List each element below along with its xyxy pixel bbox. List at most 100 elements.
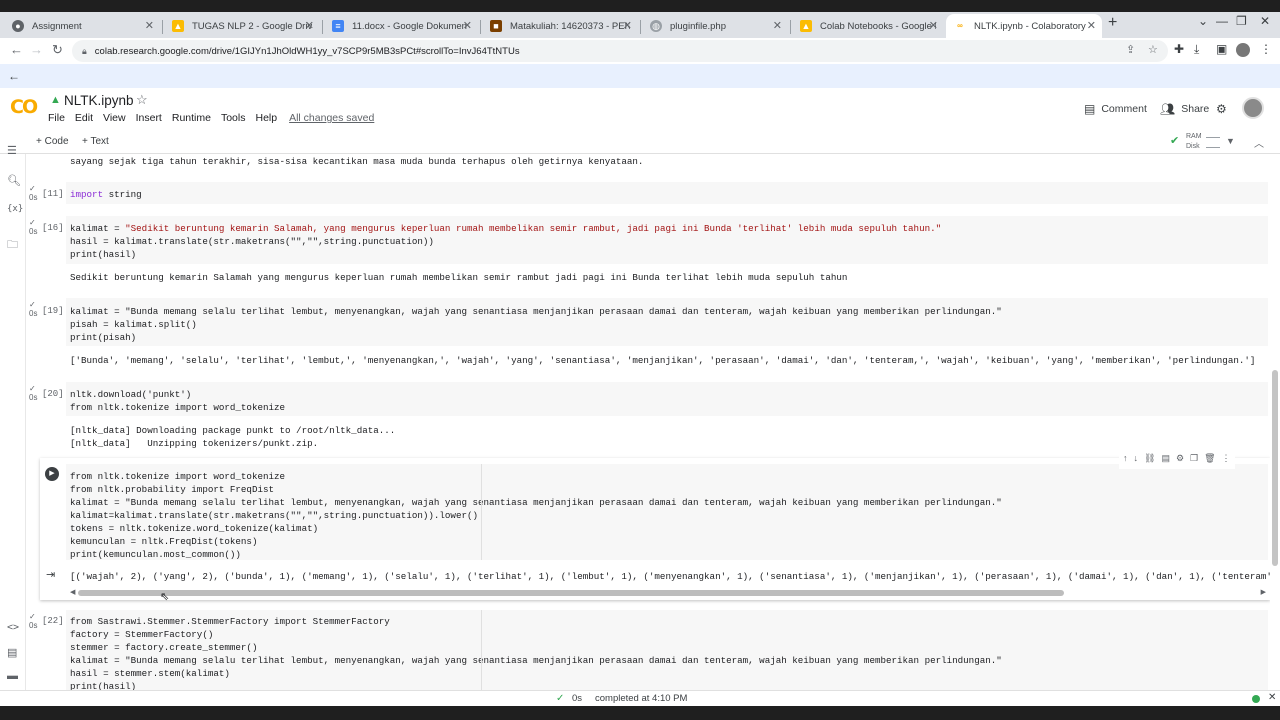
collapse-chevron-icon[interactable]: ︿ <box>1254 135 1264 150</box>
drive-icon[interactable]: ▲ <box>50 94 61 106</box>
back-arrow-icon[interactable]: ← <box>10 42 23 57</box>
reload-icon[interactable]: ↻ <box>52 42 63 58</box>
output-horizontal-scrollbar[interactable]: ◀ ▶ <box>70 588 1266 597</box>
terminal-icon[interactable]: ▬ <box>7 670 18 682</box>
extensions-icon[interactable]: ✚ <box>1174 42 1184 56</box>
tab-matakuliah[interactable]: ■ Matakuliah: 14620373 - PENGO ✕ <box>482 14 638 38</box>
code-cell[interactable] <box>66 182 1268 204</box>
menu-file[interactable]: File <box>48 112 65 124</box>
comment-button[interactable]: ▤ Comment <box>1084 102 1147 116</box>
code-line[interactable]: tokens = nltk.tokenize.word_tokenize(kal… <box>70 523 318 534</box>
scrollbar-thumb[interactable] <box>78 590 1064 596</box>
code-line[interactable]: kalimat = "Sedikit beruntung kemarin Sal… <box>70 223 941 234</box>
close-icon[interactable]: ✕ <box>145 19 154 32</box>
code-line[interactable]: nltk.download('punkt') <box>70 389 191 400</box>
code-snippets-icon[interactable]: <> <box>7 622 19 633</box>
scroll-left-icon[interactable]: ◀ <box>70 588 75 596</box>
menu-insert[interactable]: Insert <box>136 112 162 124</box>
menu-view[interactable]: View <box>103 112 126 124</box>
scrollbar-thumb[interactable] <box>1272 370 1278 566</box>
code-line[interactable]: print(hasil) <box>70 249 136 260</box>
code-line[interactable]: kalimat = "Bunda memang selalu terlihat … <box>70 306 1002 317</box>
bookmark-star-icon[interactable]: ☆ <box>1148 43 1158 56</box>
avatar[interactable] <box>1242 97 1264 119</box>
download-icon[interactable]: ⤓ <box>1194 42 1199 57</box>
gear-icon[interactable]: ⚙ <box>1176 453 1184 469</box>
menu-runtime[interactable]: Runtime <box>172 112 211 124</box>
close-icon[interactable]: ✕ <box>305 19 314 32</box>
code-line[interactable]: factory = StemmerFactory() <box>70 629 213 640</box>
run-cell-button[interactable]: ▶ <box>45 467 59 481</box>
side-panel-icon[interactable]: ▣ <box>1216 42 1227 56</box>
back-arrow-icon[interactable]: ← <box>8 69 20 83</box>
tab-docx[interactable]: ≡ 11.docx - Google Dokumen ✕ <box>324 14 478 38</box>
comment-icon[interactable]: ▤ <box>1161 453 1170 469</box>
code-line[interactable]: from nltk.tokenize import word_tokenize <box>70 471 285 482</box>
close-icon[interactable]: ✕ <box>1268 692 1276 703</box>
share-button[interactable]: 👥︎ Share <box>1160 102 1209 116</box>
notebook-vertical-scrollbar[interactable] <box>1270 154 1280 690</box>
code-line[interactable]: from nltk.probability import FreqDist <box>70 484 274 495</box>
close-window-icon[interactable]: ✕ <box>1260 14 1270 28</box>
code-line[interactable]: from nltk.tokenize import word_tokenize <box>70 402 285 413</box>
scroll-right-icon[interactable]: ▶ <box>1261 588 1266 596</box>
search-icon[interactable]: 🔍︎ <box>7 174 21 187</box>
notebook-title[interactable]: NLTK.ipynb <box>64 93 134 108</box>
restore-icon[interactable]: ❐ <box>1236 14 1247 28</box>
chevron-down-icon[interactable]: ⌄ <box>1198 14 1208 28</box>
code-line[interactable]: hasil = kalimat.translate(str.maketrans(… <box>70 236 434 247</box>
save-status-link[interactable]: All changes saved <box>289 112 374 124</box>
code-line[interactable]: pisah = kalimat.split() <box>70 319 197 330</box>
code-line[interactable]: import string <box>70 189 142 200</box>
url-text[interactable]: colab.research.google.com/drive/1GIJYn1J… <box>95 46 520 57</box>
close-icon[interactable]: ✕ <box>623 19 632 32</box>
tab-pluginfile[interactable]: ◍ pluginfile.php ✕ <box>642 14 788 38</box>
menu-help[interactable]: Help <box>255 112 277 124</box>
close-icon[interactable]: ✕ <box>463 19 472 32</box>
command-palette-icon[interactable]: ▤ <box>7 646 17 659</box>
move-up-icon[interactable]: ↑ <box>1123 453 1128 469</box>
colab-logo[interactable]: CO <box>10 96 38 118</box>
more-vert-icon[interactable]: ⋮ <box>1222 453 1231 469</box>
mirror-cell-icon[interactable]: ❐ <box>1190 453 1198 469</box>
code-line[interactable]: kalimat = "Bunda memang selalu terlihat … <box>70 497 1002 508</box>
move-down-icon[interactable]: ↓ <box>1134 453 1139 469</box>
code-line[interactable]: kemunculan = nltk.FreqDist(tokens) <box>70 536 257 547</box>
code-line[interactable]: print(kemunculan.most_common()) <box>70 549 241 560</box>
toc-icon[interactable]: ☰ <box>7 144 17 157</box>
add-text-button[interactable]: + Text <box>82 136 109 147</box>
add-code-button[interactable]: + Code <box>36 136 69 147</box>
menu-tools[interactable]: Tools <box>221 112 246 124</box>
new-tab-button[interactable]: + <box>1108 14 1117 32</box>
code-line[interactable]: from Sastrawi.Stemmer.StemmerFactory imp… <box>70 616 390 627</box>
star-icon[interactable]: ☆ <box>136 92 148 108</box>
code-line[interactable]: kalimat = "Bunda memang selalu terlihat … <box>70 655 1002 666</box>
link-icon[interactable]: ⛓ <box>1144 453 1155 469</box>
code-line[interactable]: kalimat=kalimat.translate(str.maketrans(… <box>70 510 478 521</box>
tab-colab-notebooks[interactable]: ▲ Colab Notebooks - Google Driv ✕ <box>792 14 944 38</box>
code-line[interactable]: print(pisah) <box>70 332 136 343</box>
close-icon[interactable]: ✕ <box>773 19 782 32</box>
delete-icon[interactable]: 🗑︎ <box>1204 453 1215 469</box>
close-icon[interactable]: ✕ <box>1087 19 1096 32</box>
menu-edit[interactable]: Edit <box>75 112 93 124</box>
settings-gear-icon[interactable]: ⚙ <box>1216 102 1233 116</box>
browser-menu-icon[interactable]: ⋮ <box>1260 42 1272 56</box>
code-line[interactable]: print(hasil) <box>70 681 136 690</box>
code-line[interactable]: hasil = stemmer.stem(kalimat) <box>70 668 230 679</box>
profile-avatar[interactable] <box>1236 43 1250 57</box>
output-actions-icon[interactable]: ⇥ <box>46 568 55 581</box>
tab-nltk-colab[interactable]: ∞ NLTK.ipynb - Colaboratory ✕ <box>946 14 1102 38</box>
tab-assignment[interactable]: ● Assignment ✕ <box>4 14 160 38</box>
share-page-icon[interactable]: ⇪ <box>1126 43 1135 56</box>
close-icon[interactable]: ✕ <box>929 19 938 32</box>
folder-icon[interactable]: 🗀 <box>7 236 18 255</box>
lock-icon[interactable]: 🔒︎ <box>82 46 87 57</box>
runtime-dropdown-icon[interactable]: ▼ <box>1226 136 1235 146</box>
tab-tugas-nlp[interactable]: ▲ TUGAS NLP 2 - Google Drive ✕ <box>164 14 320 38</box>
forward-arrow-icon[interactable]: → <box>30 42 43 57</box>
minimize-icon[interactable]: — <box>1216 14 1228 28</box>
url-bar[interactable]: 🔒︎ colab.research.google.com/drive/1GIJY… <box>72 40 1168 62</box>
variables-icon[interactable]: {x} <box>7 204 23 214</box>
code-line[interactable]: stemmer = factory.create_stemmer() <box>70 642 257 653</box>
